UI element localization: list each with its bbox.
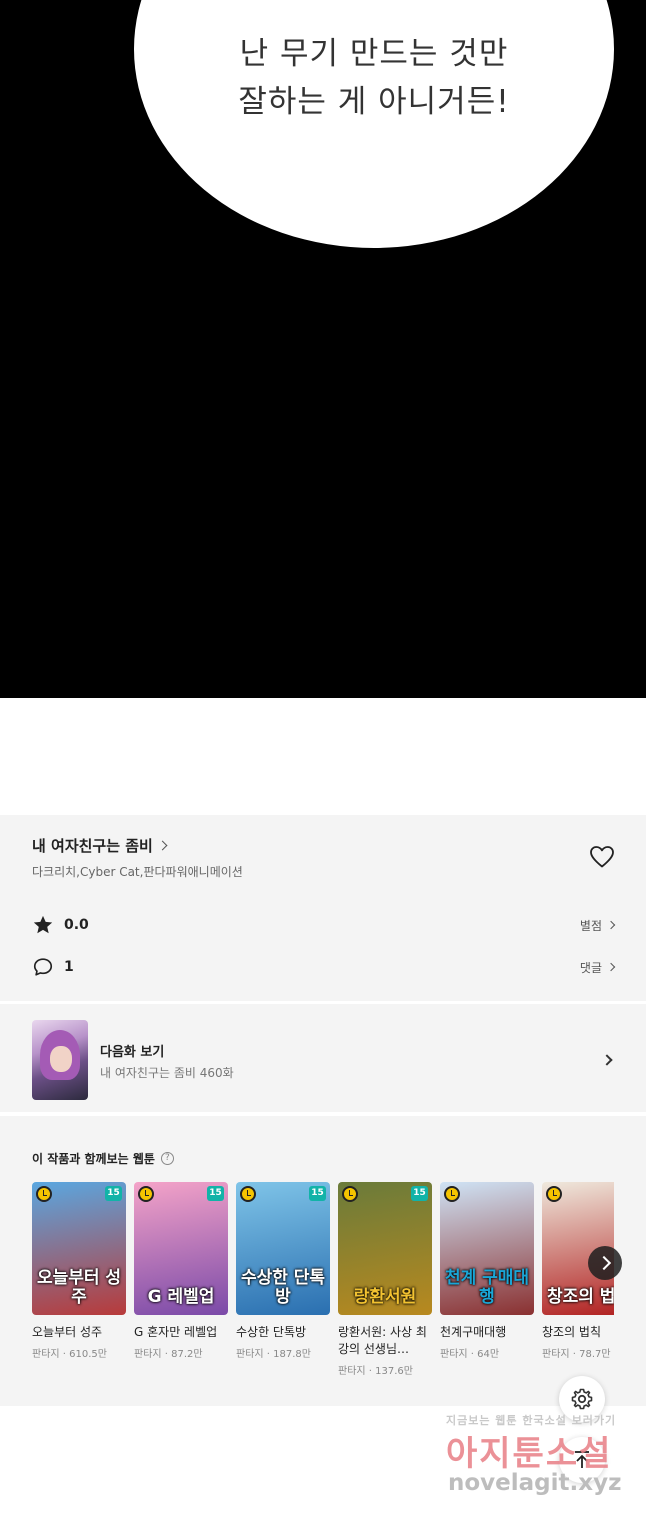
recommendation-meta: 판타지 · 87.2만 [134, 1349, 203, 1360]
recommendation-cover: 15 G 레벨업 [134, 1182, 228, 1315]
help-icon[interactable]: ? [160, 1152, 174, 1165]
speech-line-2: 잘하는 게 아니거든! [238, 84, 510, 120]
recommendation-meta: 판타지 · 137.6만 [338, 1366, 413, 1377]
cover-title-text: 수상한 단톡방 [240, 1268, 326, 1307]
cover-title-text: 랑환서원 [353, 1287, 417, 1307]
recommendation-meta: 판타지 · 78.7만 [542, 1349, 611, 1360]
recommendation-card[interactable]: 15 G 레벨업 G 혼자만 레벨업판타지 · 87.2만 [134, 1182, 228, 1360]
comments-count: 1 [64, 959, 74, 975]
rating-row: 0.0 별점 [32, 912, 616, 938]
speech-line-1: 난 무기 만드는 것만 [239, 36, 509, 72]
watermark: 지금보는 웹툰 한국소설 보러가기 아지툰소설 novelagit.xyz [440, 1412, 640, 1502]
gear-icon [571, 1388, 593, 1410]
recommendations-carousel: 15 오늘부터 성주 오늘부터 성주 판타지 · 610.5만 15 G 레벨업 G 혼자만… [32, 1182, 614, 1392]
comment-icon [33, 958, 53, 976]
watermark-line-2: 아지툰소설 [446, 1434, 613, 1474]
recommendations-header: 이 작품과 함께보는 웹툰 ? [32, 1150, 174, 1167]
clock-icon [444, 1186, 460, 1202]
next-episode-subtitle: 내 여자친구는 좀비 460화 [100, 1066, 234, 1080]
recommendation-title: 창조의 법칙 [542, 1325, 602, 1339]
watermark-line-3: novelagit.xyz [448, 1470, 622, 1496]
chevron-right-icon [606, 962, 616, 972]
recommendation-cover: 15 오늘부터 성주 [32, 1182, 126, 1315]
cover-title-text: 천계 구매대행 [444, 1268, 530, 1307]
recommendation-title: 천계구매대행 [440, 1325, 507, 1339]
recommendation-title: 수상한 단톡방 [236, 1325, 307, 1339]
cover-title-text: 오늘부터 성주 [36, 1268, 122, 1307]
comic-panel: 난 무기 만드는 것만 잘하는 게 아니거든! [0, 0, 646, 698]
star-icon [33, 915, 53, 934]
series-title-link[interactable]: 내 여자친구는 좀비 [32, 835, 168, 856]
recommendations-section: 이 작품과 함께보는 웹툰 ? 15 오늘부터 성주 오늘부터 성주 판타지 · 61… [0, 1116, 646, 1406]
chevron-right-icon [601, 1054, 613, 1066]
cover-title-text: 창조의 법칙 [546, 1287, 614, 1307]
recommendation-card[interactable]: 15 오늘부터 성주 오늘부터 성주 판타지 · 610.5만 [32, 1182, 126, 1360]
clock-icon [36, 1186, 52, 1202]
comments-row: 1 댓글 [32, 954, 616, 980]
recommendation-cover: 15 랑환서원 [338, 1182, 432, 1315]
rating-link-label: 별점 [579, 918, 602, 933]
rating-value: 0.0 [64, 917, 89, 933]
age-rating-badge: 15 [105, 1186, 122, 1201]
chevron-right-icon [606, 920, 616, 930]
age-rating-badge: 15 [411, 1186, 428, 1201]
recommendations-title: 이 작품과 함께보는 웹툰 [32, 1152, 155, 1166]
age-rating-badge: 15 [309, 1186, 326, 1201]
recommendation-card[interactable]: 15 랑환서원랑환서원: 사상 최강의 선생님… 판타지 · 137.6만 [338, 1182, 432, 1377]
recommendation-card[interactable]: 천계 구매대행천계구매대행판타지 · 64만 [440, 1182, 534, 1360]
recommendation-cover: 15 수상한 단톡방 [236, 1182, 330, 1315]
comments-link[interactable]: 댓글 [579, 959, 616, 976]
series-authors: 다크리치,Cyber Cat,판다파워애니메이션 [32, 865, 243, 879]
recommendation-meta: 판타지 · 610.5만 [32, 1349, 107, 1360]
clock-icon [342, 1186, 358, 1202]
next-episode-label: 다음화 보기 [100, 1045, 165, 1060]
recommendation-card[interactable]: 15 수상한 단톡방 수상한 단톡방 판타지 · 187.8만 [236, 1182, 330, 1360]
cover-title-text: G 레벨업 [147, 1287, 215, 1307]
series-info-panel: 내 여자친구는 좀비 다크리치,Cyber Cat,판다파워애니메이션 0.0 … [0, 815, 646, 1001]
recommendation-title: 오늘부터 성주 [32, 1325, 103, 1339]
next-episode-button[interactable]: 다음화 보기 내 여자친구는 좀비 460화 [0, 1004, 646, 1112]
recommendation-title: G 혼자만 레벨업 [134, 1325, 218, 1339]
carousel-next-button[interactable] [588, 1246, 622, 1280]
chevron-right-icon [157, 840, 168, 851]
recommendation-meta: 판타지 · 64만 [440, 1349, 500, 1360]
clock-icon [138, 1186, 154, 1202]
comments-link-label: 댓글 [579, 960, 602, 975]
series-title: 내 여자친구는 좀비 [32, 837, 153, 855]
age-rating-badge: 15 [207, 1186, 224, 1201]
clock-icon [546, 1186, 562, 1202]
recommendation-title: 랑환서원: 사상 최강의 선생님… [338, 1325, 427, 1356]
next-episode-thumbnail [32, 1020, 88, 1100]
recommendation-meta: 판타지 · 187.8만 [236, 1349, 311, 1360]
rating-link[interactable]: 별점 [579, 917, 616, 934]
heart-icon[interactable] [589, 845, 615, 869]
clock-icon [240, 1186, 256, 1202]
recommendation-cover: 천계 구매대행 [440, 1182, 534, 1315]
speech-text: 난 무기 만드는 것만 잘하는 게 아니거든! [134, 30, 614, 126]
